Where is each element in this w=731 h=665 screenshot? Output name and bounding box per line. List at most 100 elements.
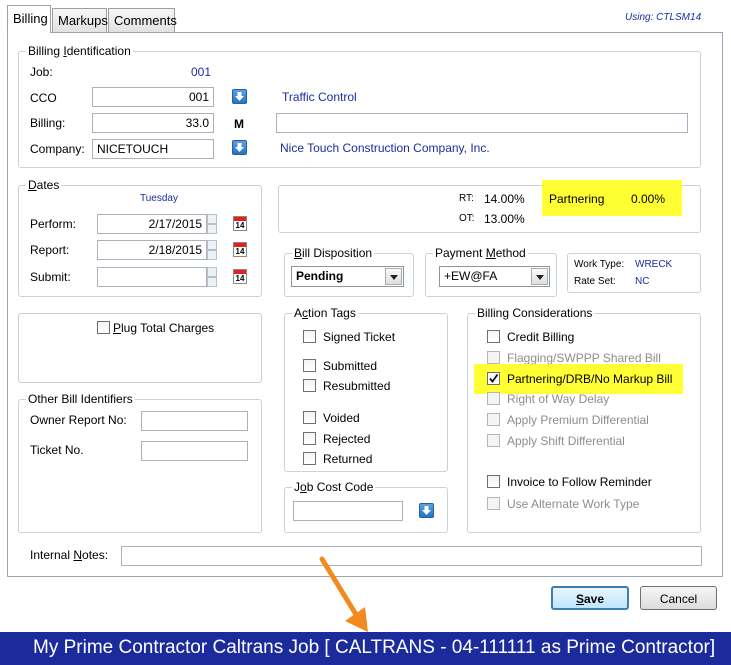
credit-billing-label: Credit Billing <box>507 330 575 344</box>
submit-date-field[interactable] <box>97 267 207 287</box>
job-cost-lookup-button[interactable] <box>419 503 434 518</box>
shift-differential-checkbox[interactable] <box>487 434 500 447</box>
resubmitted-label: Resubmitted <box>323 379 391 393</box>
day-of-week: Tuesday <box>140 193 178 204</box>
voided-checkbox[interactable] <box>303 411 316 424</box>
partnering-drb-checkbox[interactable] <box>487 372 500 385</box>
cco-label: CCO <box>30 91 57 105</box>
billing-flag: M <box>234 117 244 131</box>
cancel-button[interactable]: Cancel <box>640 586 717 610</box>
report-date-field[interactable]: 2/18/2015 <box>97 240 207 260</box>
action-tags-legend: Action Tags <box>292 306 358 320</box>
right-of-way-label: Right of Way Delay <box>507 392 610 406</box>
cco-description: Traffic Control <box>282 90 357 104</box>
bill-disposition-value: Pending <box>296 269 344 283</box>
returned-label: Returned <box>323 452 373 466</box>
premium-differential-checkbox[interactable] <box>487 413 500 426</box>
signed-ticket-label: Signed Ticket <box>323 330 396 344</box>
tab-comments[interactable]: Comments <box>108 8 177 32</box>
resubmitted-checkbox[interactable] <box>303 379 316 392</box>
rejected-label: Rejected <box>323 432 371 446</box>
perform-label: Perform: <box>30 217 77 231</box>
work-type-label: Work Type: <box>574 259 625 270</box>
calendar-icon[interactable]: 14 <box>233 269 247 284</box>
rate-set-value: NC <box>635 276 650 287</box>
annotation-arrow-icon <box>319 556 368 632</box>
invoice-follow-checkbox[interactable] <box>487 475 500 488</box>
save-button[interactable]: Save <box>551 586 629 610</box>
billing-label: Billing: <box>30 116 66 130</box>
download-arrow-icon <box>422 506 431 515</box>
payment-method-select[interactable]: +EW@FA <box>439 266 550 287</box>
perform-date-field[interactable]: 2/17/2015 <box>97 214 207 234</box>
status-footer: My Prime Contractor Caltrans Job [ CALTR… <box>0 632 731 665</box>
signed-ticket-checkbox[interactable] <box>303 330 316 343</box>
internal-notes-label: Internal Notes: <box>30 548 109 562</box>
submitted-checkbox[interactable] <box>303 359 316 372</box>
calendar-icon[interactable]: 14 <box>233 242 247 257</box>
billing-description-field[interactable] <box>276 113 688 133</box>
rate-set-label: Rate Set: <box>574 276 616 287</box>
dates-legend: Dates <box>26 178 62 192</box>
partnering-label: Partnering <box>549 192 605 206</box>
job-cost-code-field[interactable] <box>293 501 403 521</box>
download-arrow-icon <box>235 92 244 101</box>
rt-value: 14.00% <box>484 192 525 206</box>
ot-value: 13.00% <box>484 212 525 226</box>
other-bill-identifiers-legend: Other Bill Identifiers <box>26 392 135 406</box>
alternate-work-type-checkbox[interactable] <box>487 497 500 510</box>
plug-total-label: Plug Total Charges <box>113 321 215 335</box>
ot-label: OT: <box>459 213 475 224</box>
tab-billing[interactable]: Billing <box>7 5 51 33</box>
ticket-no-field[interactable] <box>141 441 248 461</box>
cco-lookup-button[interactable] <box>232 89 247 104</box>
billing-field[interactable]: 33.0 <box>92 113 214 133</box>
returned-checkbox[interactable] <box>303 452 316 465</box>
chevron-down-icon[interactable] <box>385 268 402 285</box>
job-label: Job: <box>30 65 53 79</box>
alternate-work-type-label: Use Alternate Work Type <box>507 497 640 511</box>
submitted-label: Submitted <box>323 359 378 373</box>
report-label: Report: <box>30 243 70 257</box>
payment-method-value: +EW@FA <box>444 269 498 283</box>
owner-report-field[interactable] <box>141 411 248 431</box>
submit-label: Submit: <box>30 270 71 284</box>
download-arrow-icon <box>235 143 244 152</box>
submit-date-spinner[interactable] <box>207 267 217 287</box>
shift-differential-label: Apply Shift Differential <box>507 434 625 448</box>
cco-field[interactable]: 001 <box>92 87 214 107</box>
billing-considerations-legend: Billing Considerations <box>475 306 595 320</box>
job-cost-code-legend: Job Cost Code <box>292 480 376 494</box>
partnering-drb-label: Partnering/DRB/No Markup Bill <box>507 372 673 386</box>
chevron-down-icon[interactable] <box>531 268 548 285</box>
bill-disposition-legend: Bill Disposition <box>292 246 375 260</box>
partnering-value: 0.00% <box>631 192 666 206</box>
premium-differential-label: Apply Premium Differential <box>507 413 649 427</box>
invoice-follow-label: Invoice to Follow Reminder <box>507 475 652 489</box>
rejected-checkbox[interactable] <box>303 432 316 445</box>
plug-total-checkbox[interactable] <box>97 321 110 334</box>
job-value: 001 <box>191 65 212 79</box>
voided-label: Voided <box>323 411 360 425</box>
right-of-way-checkbox[interactable] <box>487 392 500 405</box>
report-date-spinner[interactable] <box>207 240 217 260</box>
bill-disposition-select[interactable]: Pending <box>291 266 404 287</box>
checkmark-icon <box>489 373 499 383</box>
internal-notes-field[interactable] <box>121 546 702 566</box>
calendar-icon[interactable]: 14 <box>233 216 247 231</box>
rt-label: RT: <box>459 193 474 204</box>
billing-identification-legend: Billing Identification <box>26 44 133 58</box>
credit-billing-checkbox[interactable] <box>487 330 500 343</box>
using-label: Using: CTLSM14 <box>625 12 702 23</box>
flagging-label: Flagging/SWPPP Shared Bill <box>507 351 661 365</box>
ticket-no-label: Ticket No. <box>30 443 84 457</box>
payment-method-legend: Payment Method <box>433 246 528 260</box>
company-field[interactable]: NICETOUCH <box>92 139 214 159</box>
company-lookup-button[interactable] <box>232 140 247 155</box>
tab-markups[interactable]: Markups <box>52 8 108 32</box>
company-description: Nice Touch Construction Company, Inc. <box>280 141 490 155</box>
perform-date-spinner[interactable] <box>207 214 217 234</box>
flagging-checkbox[interactable] <box>487 351 500 364</box>
work-type-value: WRECK <box>635 259 673 270</box>
owner-report-label: Owner Report No: <box>30 413 127 427</box>
